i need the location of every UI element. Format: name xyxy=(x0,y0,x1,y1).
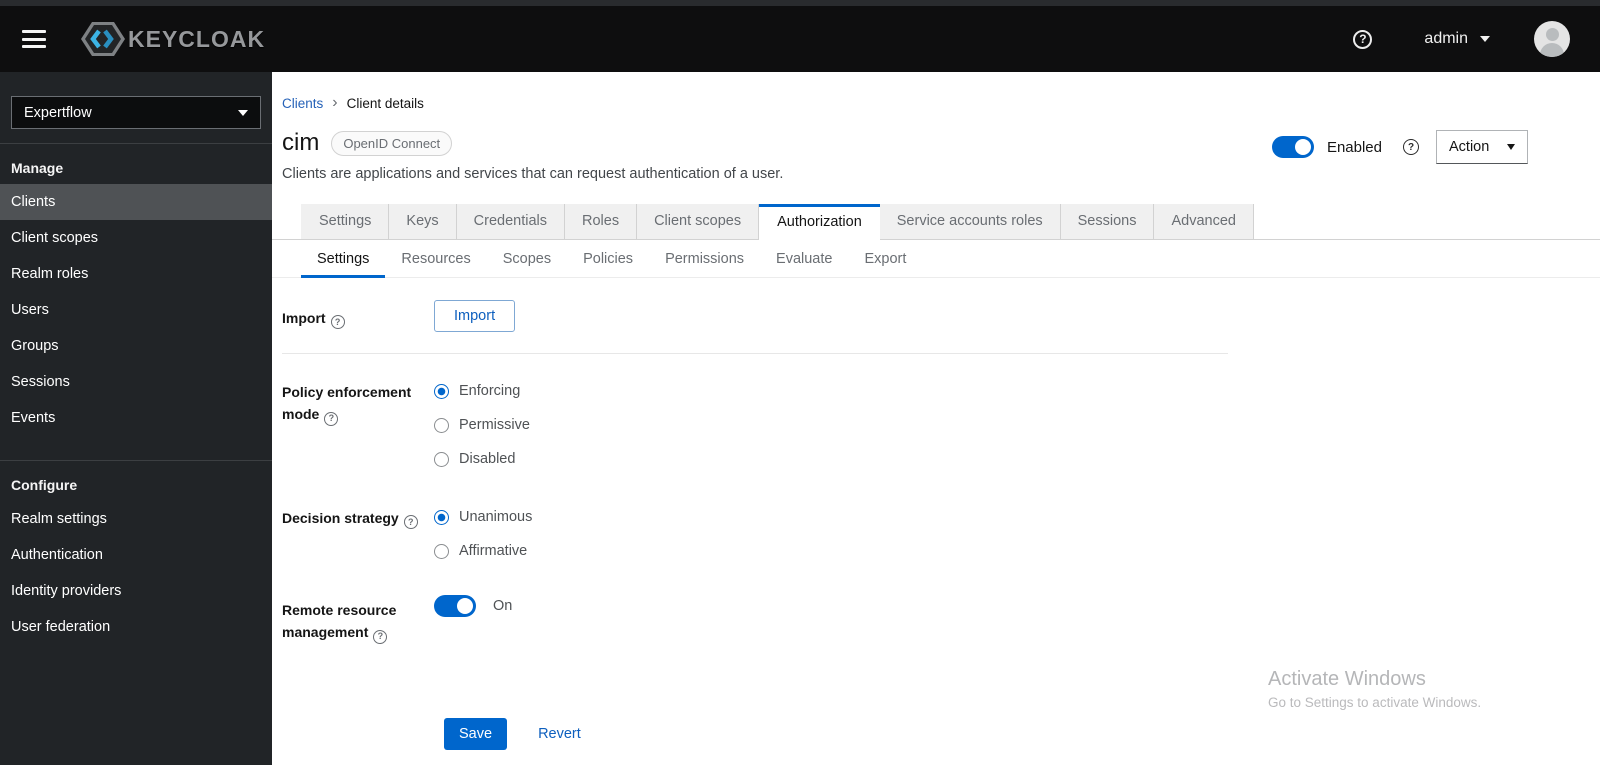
import-button[interactable]: Import xyxy=(434,300,516,332)
nav-group-label: Configure xyxy=(11,477,78,493)
user-menu[interactable]: admin xyxy=(1424,30,1490,48)
policy-enforcement-row: Policy enforcement mode Enforcing Permis… xyxy=(282,374,1600,476)
nav-group-configure: Configure Realm settings Authentication … xyxy=(0,460,272,645)
help-icon[interactable] xyxy=(1403,139,1419,155)
subtab-scopes[interactable]: Scopes xyxy=(487,240,567,277)
sidebar-item-authentication[interactable]: Authentication xyxy=(0,537,272,573)
radio-affirmative[interactable]: Affirmative xyxy=(434,534,1600,568)
subtab-resources[interactable]: Resources xyxy=(385,240,486,277)
sidebar-item-clients[interactable]: Clients xyxy=(0,184,272,220)
breadcrumb-separator-icon xyxy=(332,95,337,111)
subtab-settings[interactable]: Settings xyxy=(301,240,386,278)
breadcrumb-clients-link[interactable]: Clients xyxy=(282,96,323,111)
brand-name: KEYCLOAK xyxy=(128,25,266,52)
avatar[interactable] xyxy=(1534,21,1570,57)
sidebar-item-identity-providers[interactable]: Identity providers xyxy=(0,573,272,609)
realm-selector[interactable]: Expertflow xyxy=(11,96,261,129)
subtab-policies[interactable]: Policies xyxy=(567,240,649,277)
sidebar-item-user-federation[interactable]: User federation xyxy=(0,609,272,645)
tab-client-scopes[interactable]: Client scopes xyxy=(637,204,760,239)
tab-sessions[interactable]: Sessions xyxy=(1060,204,1155,239)
nav-group-manage: Manage Clients Client scopes Realm roles… xyxy=(0,144,272,436)
radio-permissive[interactable]: Permissive xyxy=(434,408,1600,442)
sidebar-item-sessions[interactable]: Sessions xyxy=(0,364,272,400)
radio-button-icon[interactable] xyxy=(434,509,449,525)
hamburger-menu-icon[interactable] xyxy=(22,30,46,48)
breadcrumb: Clients Client details xyxy=(272,72,1600,111)
remote-resource-row: Remote resource management On xyxy=(282,592,1600,644)
subtab-evaluate[interactable]: Evaluate xyxy=(760,240,848,277)
policy-enforcement-radio-group: Enforcing Permissive Disabled xyxy=(434,374,1600,476)
form-actions: Save Revert xyxy=(444,717,1600,750)
tab-credentials[interactable]: Credentials xyxy=(456,204,565,239)
sidebar-item-events[interactable]: Events xyxy=(0,400,272,436)
main-content: Clients Client details cim OpenID Connec… xyxy=(272,72,1600,765)
remote-resource-toggle[interactable] xyxy=(434,595,476,617)
realm-name: Expertflow xyxy=(24,104,92,121)
tab-roles[interactable]: Roles xyxy=(565,204,638,239)
authorization-subtabs: Settings Resources Scopes Policies Permi… xyxy=(272,240,1600,278)
page-title: cim xyxy=(282,129,320,156)
decision-strategy-label: Decision strategy xyxy=(282,500,434,568)
tab-keys[interactable]: Keys xyxy=(389,204,457,239)
authorization-settings-form: Import Import Policy enforcement mode En… xyxy=(272,278,1600,750)
tab-authorization[interactable]: Authorization xyxy=(759,204,880,240)
decision-strategy-row: Decision strategy Unanimous Affirmative xyxy=(282,500,1600,568)
sidebar-item-users[interactable]: Users xyxy=(0,292,272,328)
form-divider xyxy=(282,353,1228,354)
import-row: Import Import xyxy=(282,300,1600,332)
sidebar-item-realm-settings[interactable]: Realm settings xyxy=(0,501,272,537)
tab-settings[interactable]: Settings xyxy=(301,204,390,239)
tab-service-accounts-roles[interactable]: Service accounts roles xyxy=(879,204,1061,239)
keycloak-logo[interactable]: KEYCLOAK xyxy=(80,19,265,59)
keycloak-admin-console: KEYCLOAK admin Expertflow Manage Clients… xyxy=(0,0,1600,765)
import-label: Import xyxy=(282,300,434,332)
policy-enforcement-label: Policy enforcement mode xyxy=(282,374,434,476)
radio-button-icon[interactable] xyxy=(434,543,449,559)
username: admin xyxy=(1424,30,1468,47)
client-header-controls: Enabled Action xyxy=(1271,130,1528,164)
sidebar-item-groups[interactable]: Groups xyxy=(0,328,272,364)
enabled-label: Enabled xyxy=(1326,138,1382,156)
breadcrumb-current: Client details xyxy=(346,95,424,111)
protocol-badge: OpenID Connect xyxy=(331,130,453,156)
radio-unanimous[interactable]: Unanimous xyxy=(434,500,1600,534)
remote-resource-label: Remote resource management xyxy=(282,592,434,644)
help-icon[interactable] xyxy=(403,515,418,530)
client-tabs: Settings Keys Credentials Roles Client s… xyxy=(272,204,1600,240)
action-dropdown-label: Action xyxy=(1449,139,1490,155)
help-icon[interactable] xyxy=(373,629,388,644)
save-button[interactable]: Save xyxy=(444,717,508,750)
decision-strategy-radio-group: Unanimous Affirmative xyxy=(434,500,1600,568)
sidebar-item-realm-roles[interactable]: Realm roles xyxy=(0,256,272,292)
sidebar-item-client-scopes[interactable]: Client scopes xyxy=(0,220,272,256)
header-right-controls: admin xyxy=(1353,6,1600,72)
radio-button-icon[interactable] xyxy=(434,417,449,433)
radio-button-icon[interactable] xyxy=(434,383,449,399)
chevron-down-icon xyxy=(1480,36,1490,42)
toggle-state-label: On xyxy=(493,598,513,614)
help-icon[interactable] xyxy=(324,411,339,426)
radio-disabled[interactable]: Disabled xyxy=(434,442,1600,476)
subtab-export[interactable]: Export xyxy=(848,240,922,277)
help-icon[interactable] xyxy=(1353,29,1373,49)
nav-group-label: Manage xyxy=(11,160,64,176)
keycloak-logo-icon xyxy=(81,22,125,56)
enabled-toggle[interactable] xyxy=(1271,136,1314,158)
chevron-down-icon xyxy=(1507,144,1515,150)
radio-button-icon[interactable] xyxy=(434,451,449,467)
sidebar: Expertflow Manage Clients Client scopes … xyxy=(0,72,272,765)
app-header: KEYCLOAK admin xyxy=(0,6,1600,72)
help-icon[interactable] xyxy=(330,315,345,330)
action-dropdown[interactable]: Action xyxy=(1436,130,1528,164)
tab-advanced[interactable]: Advanced xyxy=(1154,204,1254,239)
radio-enforcing[interactable]: Enforcing xyxy=(434,374,1600,408)
revert-button[interactable]: Revert xyxy=(538,726,581,742)
chevron-down-icon xyxy=(238,109,248,116)
subtab-permissions[interactable]: Permissions xyxy=(649,240,760,277)
